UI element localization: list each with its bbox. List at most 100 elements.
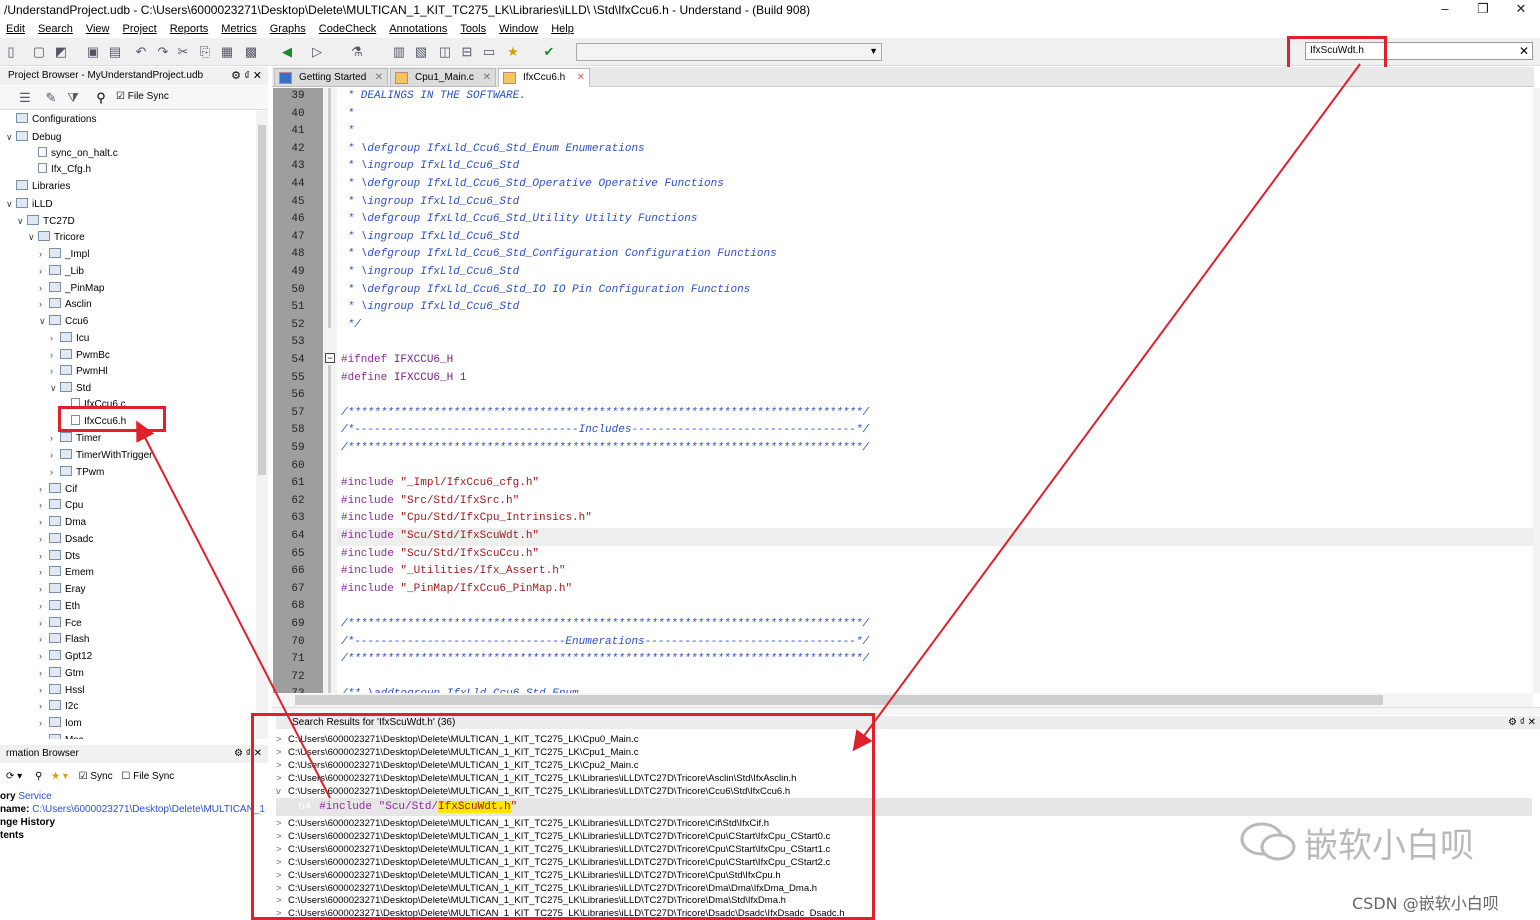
chevron-right-icon[interactable]: > [276, 772, 282, 785]
favorite-star-icon[interactable]: ★ [504, 43, 522, 61]
code-line[interactable]: /** \addtogroup IfxLld_Ccu6_Std_Enum [337, 686, 1533, 693]
sync-checkbox[interactable]: ☑ Sync [79, 771, 113, 782]
expand-chevron-right-icon[interactable]: › [39, 548, 49, 564]
code-line[interactable]: /*----------------------------------Incl… [337, 422, 1533, 440]
tree-item[interactable]: › Icu [50, 330, 89, 346]
star-icon[interactable]: ★ ▾ [51, 771, 68, 782]
expand-chevron-right-icon[interactable]: › [39, 732, 49, 739]
tree-item[interactable]: › Hssl [39, 682, 84, 698]
paste-icon[interactable]: ▦ [218, 43, 236, 61]
info-value-link[interactable]: C:\Users\6000023271\Desktop\Delete\MULTI… [32, 804, 265, 815]
scrollbar-thumb[interactable] [258, 125, 266, 475]
tree-item[interactable]: › Cif [39, 481, 77, 497]
expand-chevron-right-icon[interactable]: › [50, 347, 60, 363]
back-icon[interactable]: ◀ [278, 43, 296, 61]
expand-chevron-right-icon[interactable]: › [39, 648, 49, 664]
close-tab-icon[interactable]: ✕ [375, 69, 383, 87]
tree-item[interactable]: › Cpu [39, 497, 83, 513]
tree-item[interactable]: Ifx_Cfg.h [28, 162, 91, 178]
build-icon[interactable]: ▩ [242, 43, 260, 61]
expand-chevron-down-icon[interactable]: ∨ [28, 229, 38, 245]
code-line[interactable]: * \defgroup IfxLld_Ccu6_Std_Configuratio… [337, 246, 1533, 264]
code-line[interactable]: * \defgroup IfxLld_Ccu6_Std_Operative Op… [337, 176, 1533, 194]
expand-chevron-right-icon[interactable]: › [39, 631, 49, 647]
expand-chevron-right-icon[interactable]: › [50, 430, 60, 446]
tree-item[interactable]: IfxCcu6.h [61, 414, 126, 430]
tree-item[interactable]: › Emem [39, 564, 94, 580]
expand-chevron-right-icon[interactable]: › [39, 682, 49, 698]
tree-item[interactable]: › Iom [39, 715, 82, 731]
menu-view[interactable]: View [86, 20, 110, 38]
chevron-right-icon[interactable]: > [276, 856, 282, 869]
tree-item[interactable]: › Dsadc [39, 531, 93, 547]
tree-item[interactable]: › Fce [39, 615, 82, 631]
redo-icon[interactable]: ↷ [154, 43, 172, 61]
tree-item[interactable]: › PwmBc [50, 347, 110, 363]
chevron-right-icon[interactable]: > [276, 817, 282, 830]
search-result-file[interactable]: > C:\Users\6000023271\Desktop\Delete\MULT… [276, 733, 1532, 746]
expand-chevron-right-icon[interactable]: › [50, 363, 60, 379]
menu-edit[interactable]: Edit [6, 20, 25, 38]
tab-cpu1-main[interactable]: Cpu1_Main.c ✕ [390, 68, 496, 87]
code-line[interactable]: * DEALINGS IN THE SOFTWARE. [337, 88, 1533, 106]
analyze-icon[interactable]: ⚗ [348, 43, 366, 61]
chevron-right-icon[interactable]: > [276, 843, 282, 856]
expand-chevron-right-icon[interactable]: › [39, 598, 49, 614]
menu-reports[interactable]: Reports [170, 20, 209, 38]
code-line[interactable]: #include "Scu/Std/IfxScuWdt.h" [337, 528, 1533, 546]
chevron-right-icon[interactable]: > [276, 882, 282, 895]
graph-icon[interactable]: ▥ [390, 43, 408, 61]
code-line[interactable]: /***************************************… [337, 616, 1533, 634]
tree-item[interactable]: › Dma [39, 514, 86, 530]
info-value-link[interactable]: Service [18, 791, 51, 802]
list-icon[interactable]: ☰ [16, 89, 34, 107]
open-file-icon[interactable]: ◩ [52, 43, 70, 61]
code-line[interactable] [337, 334, 1533, 352]
panel-controls[interactable]: ⚙ ₫ ✕ [234, 745, 262, 763]
code-editor[interactable]: * DEALINGS IN THE SOFTWARE. * * * \defgr… [337, 88, 1533, 693]
expand-chevron-right-icon[interactable]: › [50, 464, 60, 480]
menu-graphs[interactable]: Graphs [270, 20, 306, 38]
binoculars-icon[interactable]: ⚲ [92, 89, 110, 107]
save-all-icon[interactable]: ▤ [106, 43, 124, 61]
expand-chevron-right-icon[interactable]: › [39, 280, 49, 296]
expand-chevron-right-icon[interactable]: › [39, 615, 49, 631]
code-line[interactable]: * [337, 123, 1533, 141]
expand-chevron-right-icon[interactable]: › [50, 330, 60, 346]
chevron-right-icon[interactable]: > [276, 733, 282, 746]
undo-icon[interactable]: ↶ [132, 43, 150, 61]
edit-icon[interactable]: ✎ [42, 89, 60, 107]
search-result-file[interactable]: > C:\Users\6000023271\Desktop\Delete\MULT… [276, 746, 1532, 759]
search-result-file[interactable]: > C:\Users\6000023271\Desktop\Delete\MULT… [276, 759, 1532, 772]
tree-item[interactable]: › _PinMap [39, 280, 104, 296]
tree-item[interactable]: › _Lib [39, 263, 84, 279]
filter-icon[interactable]: ⧩ [64, 89, 82, 107]
code-line[interactable]: * [337, 106, 1533, 124]
tree-item[interactable]: › I2c [39, 698, 78, 714]
tree-item[interactable]: › Flash [39, 631, 89, 647]
chevron-right-icon[interactable]: > [276, 894, 282, 907]
restore-button[interactable]: ❐ [1464, 0, 1502, 20]
expand-chevron-right-icon[interactable]: › [39, 531, 49, 547]
code-line[interactable]: * \ingroup IfxLld_Ccu6_Std [337, 194, 1533, 212]
search-result-file[interactable]: v C:\Users\6000023271\Desktop\Delete\MULT… [276, 785, 1532, 798]
menu-project[interactable]: Project [122, 20, 156, 38]
scrollbar-thumb[interactable] [295, 695, 1383, 705]
metrics-icon[interactable]: ▧ [412, 43, 430, 61]
clear-search-icon[interactable]: ✕ [1519, 43, 1529, 59]
tree-item[interactable]: › _Impl [39, 246, 89, 262]
chevron-down-icon[interactable]: v [276, 785, 281, 798]
new-project-icon[interactable]: ▯ [2, 43, 20, 61]
code-line[interactable]: * \ingroup IfxLld_Ccu6_Std [337, 264, 1533, 282]
code-line[interactable] [337, 387, 1533, 405]
expand-chevron-right-icon[interactable]: › [50, 447, 60, 463]
scope-dropdown[interactable]: ▼ [576, 43, 882, 61]
menu-codecheck[interactable]: CodeCheck [319, 20, 376, 38]
tab-ifxccu6-h[interactable]: IfxCcu6.h ✕ [498, 68, 590, 87]
search-hit-row[interactable]: 64 #include "Scu/Std/IfxScuWdt.h" [276, 798, 1532, 816]
expand-chevron-down-icon[interactable]: ∨ [6, 129, 16, 145]
tree-item[interactable]: › Asclin [39, 296, 92, 312]
code-line[interactable]: #include "Scu/Std/IfxScuCcu.h" [337, 546, 1533, 564]
code-line[interactable]: /*--------------------------------Enumer… [337, 634, 1533, 652]
window-icon[interactable]: ▭ [480, 43, 498, 61]
